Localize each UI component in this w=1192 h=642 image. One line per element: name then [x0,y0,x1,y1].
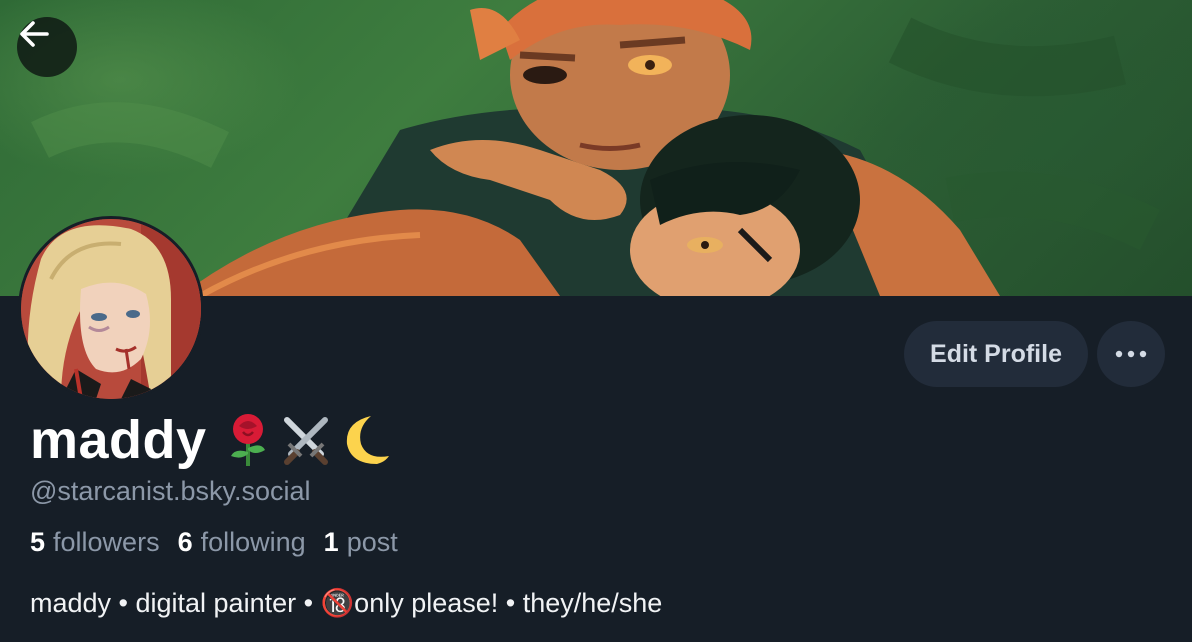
following-link[interactable]: 6 following [178,527,306,558]
display-name: maddy [30,408,391,472]
profile-page: Edit Profile maddy @starcanist.bsky.soci… [0,0,1192,642]
profile-handle: @starcanist.bsky.social [30,476,311,506]
posts-stat: 1 post [324,527,398,558]
posts-label: post [346,527,398,557]
following-count: 6 [177,527,193,557]
followers-count: 5 [30,527,46,557]
ellipsis-icon [1115,350,1147,358]
following-label: following [200,527,306,557]
edit-profile-button[interactable]: Edit Profile [904,321,1088,387]
crescent-moon-emoji [346,416,389,464]
avatar[interactable] [18,216,204,402]
display-name-emoji [221,412,391,468]
more-options-button[interactable] [1097,321,1165,387]
profile-stats: 5 followers 6 following 1 post [30,527,398,558]
display-name-text: maddy [30,410,207,470]
followers-label: followers [53,527,160,557]
crossed-swords-emoji [283,417,328,465]
arrow-left-icon [20,21,49,47]
posts-count: 1 [323,527,339,557]
avatar-artwork [21,219,201,399]
followers-link[interactable]: 5 followers [30,527,160,558]
back-button[interactable] [17,17,77,77]
profile-bio: maddy • digital painter • 🔞only please! … [30,588,663,618]
rose-emoji [230,414,265,466]
